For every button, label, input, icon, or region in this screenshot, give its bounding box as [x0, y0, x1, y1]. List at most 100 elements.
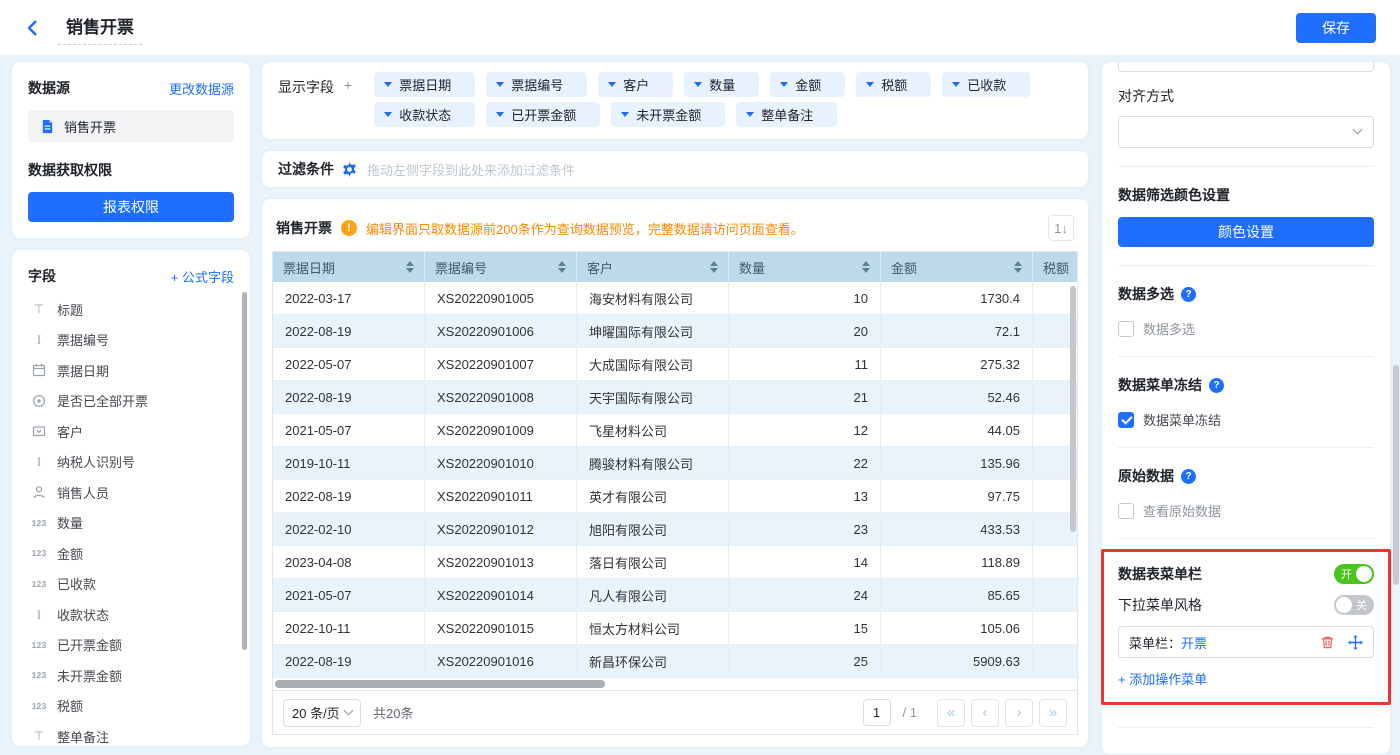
- page-number-input[interactable]: 1: [863, 699, 891, 726]
- field-item[interactable]: 123金额: [28, 538, 234, 569]
- freeze-menu-checkbox-row[interactable]: 数据菜单冻结: [1118, 410, 1374, 429]
- field-item[interactable]: ⊤整单备注: [28, 721, 234, 746]
- page-title[interactable]: 销售开票: [58, 11, 142, 45]
- table-row[interactable]: 2022-02-10XS20220901012旭阳有限公司23433.53: [273, 513, 1078, 546]
- warning-text: 编辑界面只取数据源前200条作为查询数据预览，完整数据请访问页面查看。: [366, 219, 804, 238]
- first-page-button[interactable]: «: [937, 699, 965, 727]
- table-row[interactable]: 2022-05-07XS20220901007大成国际有限公司11275.32: [273, 348, 1078, 381]
- add-formula-field-link[interactable]: + 公式字段: [171, 267, 234, 286]
- raw-data-title: 原始数据: [1118, 466, 1174, 486]
- table-row[interactable]: 2022-03-17XS20220901005海安材料有限公司101730.4: [273, 282, 1078, 315]
- table-row[interactable]: 2022-08-19XS20220901008天宇国际有限公司2152.46: [273, 381, 1078, 414]
- field-item[interactable]: I纳税人识别号: [28, 447, 234, 478]
- field-item[interactable]: 票据日期: [28, 355, 234, 386]
- display-field-chip[interactable]: 数量: [684, 72, 759, 97]
- display-field-chip[interactable]: 未开票金额: [611, 102, 725, 127]
- field-item[interactable]: I票据编号: [28, 325, 234, 356]
- save-button[interactable]: 保存: [1296, 13, 1376, 43]
- back-icon[interactable]: [24, 19, 42, 37]
- menubar-item[interactable]: 菜单栏： 开票: [1118, 626, 1374, 658]
- field-item[interactable]: 销售人员: [28, 477, 234, 508]
- warning-icon: !: [341, 220, 357, 236]
- page-size-value: 20 条/页: [292, 703, 340, 722]
- report-permission-button[interactable]: 报表权限: [28, 192, 234, 222]
- fields-scrollbar[interactable]: [242, 292, 247, 650]
- chevron-down-icon: [1353, 125, 1363, 135]
- table-cell: XS20220901013: [425, 546, 577, 578]
- table-row[interactable]: 2022-08-19XS20220901006坤曜国际有限公司2072.1: [273, 315, 1078, 348]
- checkbox-unchecked-icon[interactable]: [1118, 503, 1134, 519]
- page-scrollbar[interactable]: [1393, 365, 1399, 585]
- column-header[interactable]: 客户: [577, 252, 729, 282]
- help-icon[interactable]: ?: [1181, 287, 1196, 302]
- field-item[interactable]: 客户: [28, 416, 234, 447]
- field-item[interactable]: 123已收款: [28, 569, 234, 600]
- display-field-chip[interactable]: 客户: [598, 72, 673, 97]
- menubar-item-value[interactable]: 开票: [1181, 633, 1207, 652]
- display-field-chip[interactable]: 票据日期: [374, 72, 475, 97]
- field-item[interactable]: 是否已全部开票: [28, 386, 234, 417]
- checkbox-unchecked-icon[interactable]: [1118, 321, 1134, 337]
- sort-icon[interactable]: [558, 261, 566, 273]
- display-field-chip[interactable]: 金额: [770, 72, 845, 97]
- truncated-select[interactable]: [1118, 62, 1374, 72]
- last-page-button[interactable]: »: [1039, 699, 1067, 727]
- table-cell: 海安材料有限公司: [577, 282, 729, 314]
- display-field-chip[interactable]: 已收款: [942, 72, 1030, 97]
- help-icon[interactable]: ?: [1209, 378, 1224, 393]
- dropdown-style-toggle-off[interactable]: 关: [1334, 595, 1374, 615]
- display-field-chip[interactable]: 已开票金额: [486, 102, 600, 127]
- column-header[interactable]: 数量: [729, 252, 881, 282]
- add-action-menu-link[interactable]: + 添加操作菜单: [1118, 669, 1207, 688]
- table-row[interactable]: 2023-04-08XS20220901013落日有限公司14118.89: [273, 546, 1078, 579]
- column-header[interactable]: 票据编号: [425, 252, 577, 282]
- chevron-down-icon: [344, 706, 354, 716]
- display-field-chip[interactable]: 收款状态: [374, 102, 475, 127]
- column-header[interactable]: 票据日期: [273, 252, 425, 282]
- table-cell: XS20220901015: [425, 612, 577, 644]
- field-item[interactable]: ⊤标题: [28, 294, 234, 325]
- raw-data-checkbox-row[interactable]: 查看原始数据: [1118, 501, 1374, 520]
- display-field-chip[interactable]: 税额: [856, 72, 931, 97]
- display-field-chip[interactable]: 票据编号: [486, 72, 587, 97]
- checkbox-checked-icon[interactable]: [1118, 412, 1134, 428]
- table-horizontal-scrollbar[interactable]: [275, 680, 605, 688]
- table-footer: 20 条/页 共20条 1 / 1 «‹›»: [273, 690, 1077, 734]
- table-row[interactable]: 2019-10-11XS20220901010腾骏材料有限公司22135.96: [273, 447, 1078, 480]
- table-cell: 2019-10-11: [273, 447, 425, 479]
- table-row[interactable]: 2021-05-07XS20220901014凡人有限公司2485.65: [273, 579, 1078, 612]
- table-vertical-scrollbar[interactable]: [1070, 286, 1076, 532]
- add-display-field-icon[interactable]: +: [344, 77, 352, 127]
- sort-icon[interactable]: [710, 261, 718, 273]
- sort-icon[interactable]: [862, 261, 870, 273]
- move-icon[interactable]: [1348, 635, 1363, 650]
- field-item[interactable]: I收款状态: [28, 599, 234, 630]
- color-settings-button[interactable]: 颜色设置: [1118, 217, 1374, 247]
- prev-page-button[interactable]: ‹: [971, 699, 999, 727]
- gear-icon[interactable]: [342, 162, 357, 177]
- alignment-select[interactable]: [1118, 116, 1374, 148]
- table-row[interactable]: 2021-05-07XS20220901009飞星材料公司1244.05: [273, 414, 1078, 447]
- next-page-button[interactable]: ›: [1005, 699, 1033, 727]
- sort-order-icon[interactable]: 1↓: [1048, 215, 1074, 241]
- delete-icon[interactable]: [1320, 635, 1335, 650]
- field-item[interactable]: 123已开票金额: [28, 630, 234, 661]
- field-item[interactable]: 123税额: [28, 691, 234, 722]
- display-field-chip[interactable]: 整单备注: [736, 102, 837, 127]
- chevron-down-icon: [621, 112, 629, 117]
- column-header[interactable]: 税额: [1033, 252, 1078, 282]
- field-item[interactable]: 123未开票金额: [28, 660, 234, 691]
- sort-icon[interactable]: [1014, 261, 1022, 273]
- table-row[interactable]: 2022-08-19XS20220901011英才有限公司1397.75: [273, 480, 1078, 513]
- change-datasource-link[interactable]: 更改数据源: [169, 79, 234, 98]
- field-item[interactable]: 123数量: [28, 508, 234, 539]
- page-size-select[interactable]: 20 条/页: [283, 699, 361, 727]
- table-row[interactable]: 2022-08-19XS20220901016新昌环保公司255909.63: [273, 645, 1078, 678]
- help-icon[interactable]: ?: [1181, 469, 1196, 484]
- multi-select-checkbox-row[interactable]: 数据多选: [1118, 319, 1374, 338]
- sort-icon[interactable]: [406, 261, 414, 273]
- menubar-toggle-on[interactable]: 开: [1334, 564, 1374, 584]
- datasource-item[interactable]: 销售开票: [28, 110, 234, 142]
- table-row[interactable]: 2022-10-11XS20220901015恒太方材料公司15105.06: [273, 612, 1078, 645]
- column-header[interactable]: 金额: [881, 252, 1033, 282]
